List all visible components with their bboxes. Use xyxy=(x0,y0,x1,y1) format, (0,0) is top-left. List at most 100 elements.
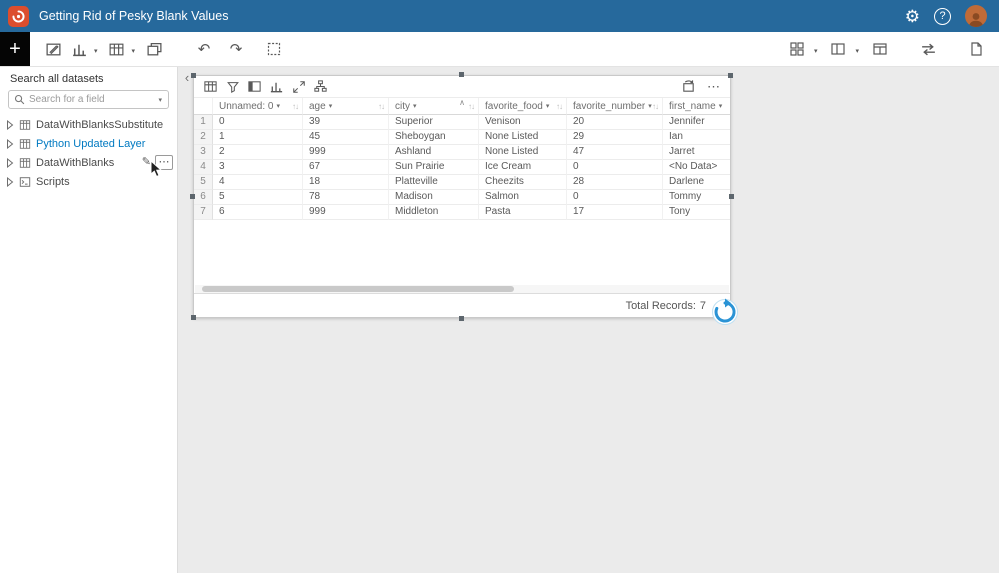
table-row[interactable]: 3 2 999 Ashland None Listed 47 Jarret xyxy=(194,145,730,160)
resize-handle[interactable] xyxy=(190,193,195,199)
new-chart-icon[interactable] xyxy=(68,38,90,60)
sort-icon[interactable]: ↑↓ xyxy=(292,102,299,111)
table-row[interactable]: 7 6 999 Middleton Pasta 17 Tony xyxy=(194,205,730,220)
chart-icon[interactable] xyxy=(269,79,284,94)
expand-icon[interactable] xyxy=(6,138,14,149)
resize-handle[interactable] xyxy=(459,72,464,77)
flow-icon[interactable] xyxy=(313,79,328,94)
resize-handle[interactable] xyxy=(459,316,464,321)
table-cell: Salmon xyxy=(479,190,567,205)
row-number: 2 xyxy=(194,130,213,145)
table-cell: 39 xyxy=(303,115,389,130)
column-header-favorite-number[interactable]: favorite_number ▾ ↑↓ xyxy=(567,98,663,115)
row-number-header xyxy=(194,98,213,115)
filter-icon[interactable] xyxy=(225,79,240,94)
sort-icon[interactable]: ↑↓ xyxy=(468,102,475,111)
table-cell: None Listed xyxy=(479,145,567,160)
swap-arrows-icon[interactable] xyxy=(917,38,939,60)
search-field[interactable]: ▾ xyxy=(8,90,169,109)
column-menu-caret-icon[interactable]: ▾ xyxy=(546,102,550,110)
maximize-icon[interactable] xyxy=(291,79,306,94)
table-cell: 3 xyxy=(213,160,303,175)
row-number: 4 xyxy=(194,160,213,175)
sidebar-item-python-updated-layer[interactable]: Python Updated Layer xyxy=(0,134,177,153)
card-options-icon[interactable]: ⋯ xyxy=(707,80,721,93)
expand-icon[interactable] xyxy=(6,176,14,187)
person-icon xyxy=(969,13,983,27)
table-row[interactable]: 1 0 39 Superior Venison 20 Jennifer xyxy=(194,115,730,130)
selection-tools-icon[interactable] xyxy=(263,38,285,60)
add-data-button[interactable]: + xyxy=(0,32,30,66)
table-row[interactable]: 5 4 18 Platteville Cheezits 28 Darlene xyxy=(194,175,730,190)
app-logo-icon[interactable] xyxy=(8,5,29,27)
resize-handle[interactable] xyxy=(728,73,733,78)
table-cell: Venison xyxy=(479,115,567,130)
new-table-icon[interactable] xyxy=(106,38,128,60)
table-row[interactable]: 4 3 67 Sun Prairie Ice Cream 0 <No Data> xyxy=(194,160,730,175)
dataset-label: Python Updated Layer xyxy=(36,137,146,150)
table-cell: 999 xyxy=(303,145,389,160)
user-avatar[interactable] xyxy=(965,5,987,27)
column-menu-caret-icon[interactable]: ▾ xyxy=(329,102,333,110)
column-name: favorite_number xyxy=(573,100,646,112)
table-cell: Tommy xyxy=(663,190,730,205)
resize-handle[interactable] xyxy=(729,193,734,199)
table-cell: Jennifer xyxy=(663,115,730,130)
sort-icon[interactable]: ↑↓ xyxy=(652,102,659,111)
column-header-first-name[interactable]: first_name ▾ ↑↓ xyxy=(663,98,730,115)
table-tools-icon[interactable] xyxy=(203,79,218,94)
new-map-icon[interactable] xyxy=(42,38,64,60)
help-icon[interactable]: ? xyxy=(934,7,951,25)
layout-panel-caret-icon[interactable]: ▾ xyxy=(855,47,859,55)
table-cell: 29 xyxy=(567,130,663,145)
sort-icon[interactable]: ↑↓ xyxy=(378,102,385,111)
column-name: first_name xyxy=(669,100,716,112)
field-selection-icon[interactable] xyxy=(247,79,262,94)
table-row[interactable]: 2 1 45 Sheboygan None Listed 29 Ian xyxy=(194,130,730,145)
flip-card-icon[interactable] xyxy=(681,79,696,94)
analysis-toolbar: + ▾ ▾ ↶ ↷ ▾ ▾ xyxy=(0,32,999,67)
collapse-header-icon[interactable]: ∧ xyxy=(459,99,465,107)
table-row[interactable]: 6 5 78 Madison Salmon 0 Tommy xyxy=(194,190,730,205)
new-table-caret-icon[interactable]: ▾ xyxy=(132,47,136,55)
scrollbar-thumb[interactable] xyxy=(202,286,514,292)
layouts-icon[interactable] xyxy=(143,38,165,60)
total-records-value: 7 xyxy=(699,299,706,312)
row-number: 7 xyxy=(194,205,213,220)
card-gallery-icon[interactable] xyxy=(786,38,808,60)
horizontal-scrollbar[interactable] xyxy=(195,285,729,293)
page-layout-icon[interactable] xyxy=(869,38,891,60)
column-menu-caret-icon[interactable]: ▾ xyxy=(413,102,417,110)
column-header-favorite-food[interactable]: favorite_food ▾ ↑↓ xyxy=(479,98,567,115)
table-cell: 5 xyxy=(213,190,303,205)
table-cell: 0 xyxy=(567,160,663,175)
table-cell: 67 xyxy=(303,160,389,175)
search-caret-icon[interactable]: ▾ xyxy=(158,96,162,104)
column-menu-caret-icon[interactable]: ▾ xyxy=(276,102,280,110)
report-page-icon[interactable] xyxy=(965,38,987,60)
search-datasets-label: Search all datasets xyxy=(10,73,104,85)
column-menu-caret-icon[interactable]: ▾ xyxy=(719,102,723,110)
data-table: ∧ Unnamed: 0 ▾ ↑↓ age ▾ ↑↓ city ▾ ↑↓ fav… xyxy=(194,98,730,285)
undo-icon[interactable]: ↶ xyxy=(193,38,215,60)
sort-icon[interactable]: ↑↓ xyxy=(556,102,563,111)
column-header-age[interactable]: age ▾ ↑↓ xyxy=(303,98,389,115)
search-input[interactable] xyxy=(29,94,155,105)
row-number: 6 xyxy=(194,190,213,205)
sidebar-item-datawithblankssubstitute[interactable]: DataWithBlanksSubstitute xyxy=(0,115,177,134)
expand-icon[interactable] xyxy=(6,157,14,168)
expand-icon[interactable] xyxy=(6,119,14,130)
column-header-city[interactable]: city ▾ ↑↓ xyxy=(389,98,479,115)
resize-handle[interactable] xyxy=(191,73,196,78)
redo-icon[interactable]: ↷ xyxy=(225,38,247,60)
settings-gear-icon[interactable]: ⚙ xyxy=(905,8,920,25)
column-header-unnamed-0[interactable]: Unnamed: 0 ▾ ↑↓ xyxy=(213,98,303,115)
new-chart-caret-icon[interactable]: ▾ xyxy=(94,47,98,55)
table-cell: Ice Cream xyxy=(479,160,567,175)
card-gallery-caret-icon[interactable]: ▾ xyxy=(814,47,818,55)
resize-handle[interactable] xyxy=(191,315,196,320)
layout-panel-icon[interactable] xyxy=(827,38,849,60)
table-card[interactable]: ⋯ ∧ Unnamed: 0 ▾ ↑↓ age ▾ ↑↓ city ▾ ↑↓ f… xyxy=(190,72,738,325)
column-name: favorite_food xyxy=(485,100,543,112)
card-footer: Total Records: 7 xyxy=(194,293,730,317)
